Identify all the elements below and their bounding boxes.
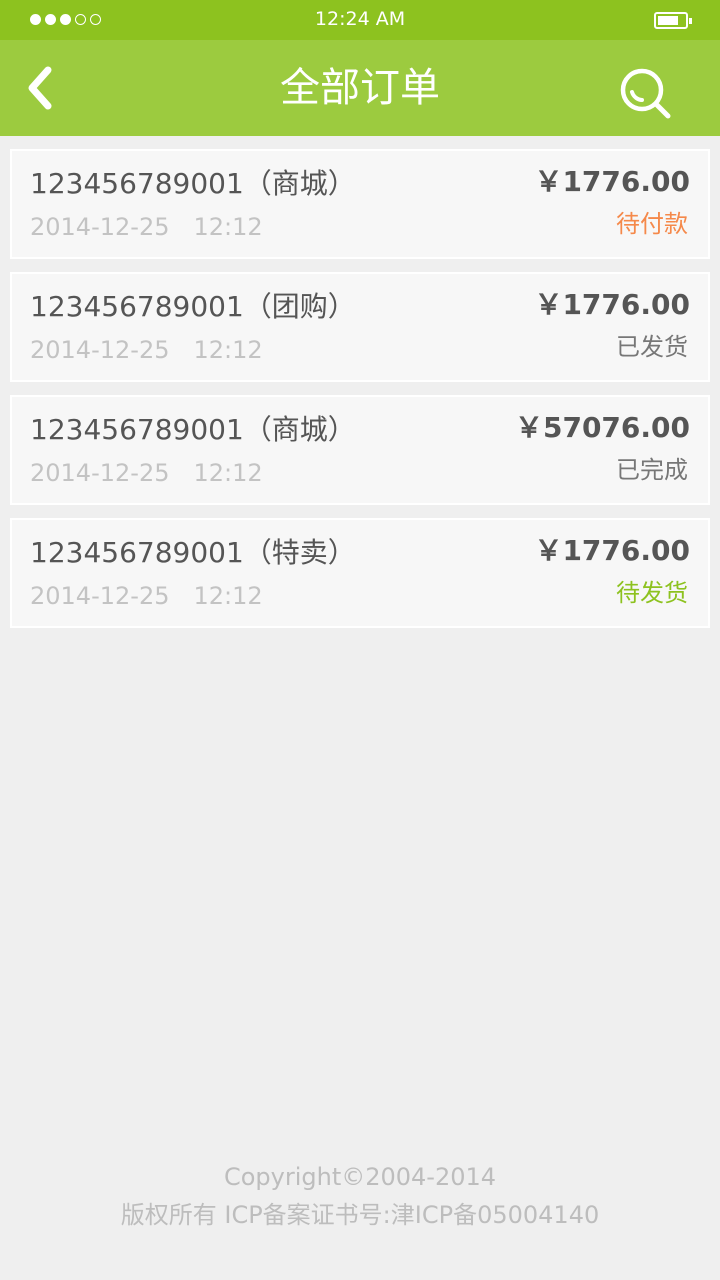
order-item[interactable]: 123456789001（商城） 2014-12-25 12:12 ￥57076… [10, 395, 710, 505]
status-bar: 12:24 AM [0, 0, 720, 40]
search-icon [620, 68, 671, 119]
order-status: 已发货 [616, 333, 688, 361]
search-button[interactable] [618, 66, 674, 122]
order-id: 123456789001（团购） [30, 290, 356, 323]
order-list: 123456789001（商城） 2014-12-25 12:12 ￥1776.… [10, 149, 710, 641]
order-date: 2014-12-25 12:12 [30, 336, 263, 364]
order-price: ￥1776.00 [534, 534, 690, 567]
order-item[interactable]: 123456789001（团购） 2014-12-25 12:12 ￥1776.… [10, 272, 710, 382]
page-title: 全部订单 [280, 65, 440, 111]
icp-text: 版权所有 ICP备案证书号:津ICP备05004140 [120, 1201, 600, 1229]
footer: Copyright©2004-2014 版权所有 ICP备案证书号:津ICP备0… [0, 1158, 720, 1234]
order-id: 123456789001（特卖） [30, 536, 356, 569]
order-price: ￥1776.00 [534, 288, 690, 321]
order-item[interactable]: 123456789001（特卖） 2014-12-25 12:12 ￥1776.… [10, 518, 710, 628]
nav-bar: 全部订单 [0, 40, 720, 136]
status-time: 12:24 AM [314, 8, 406, 30]
order-id: 123456789001（商城） [30, 413, 356, 446]
order-price: ￥57076.00 [514, 411, 690, 444]
order-price: ￥1776.00 [534, 165, 690, 198]
order-status: 待付款 [616, 210, 688, 238]
order-id: 123456789001（商城） [30, 167, 356, 200]
order-status: 待发货 [616, 579, 688, 607]
order-date: 2014-12-25 12:12 [30, 582, 263, 610]
copyright-text: Copyright©2004-2014 [223, 1163, 497, 1191]
battery-icon [654, 12, 692, 29]
order-date: 2014-12-25 12:12 [30, 213, 263, 241]
order-date: 2014-12-25 12:12 [30, 459, 263, 487]
order-status: 已完成 [616, 456, 688, 484]
order-item[interactable]: 123456789001（商城） 2014-12-25 12:12 ￥1776.… [10, 149, 710, 259]
